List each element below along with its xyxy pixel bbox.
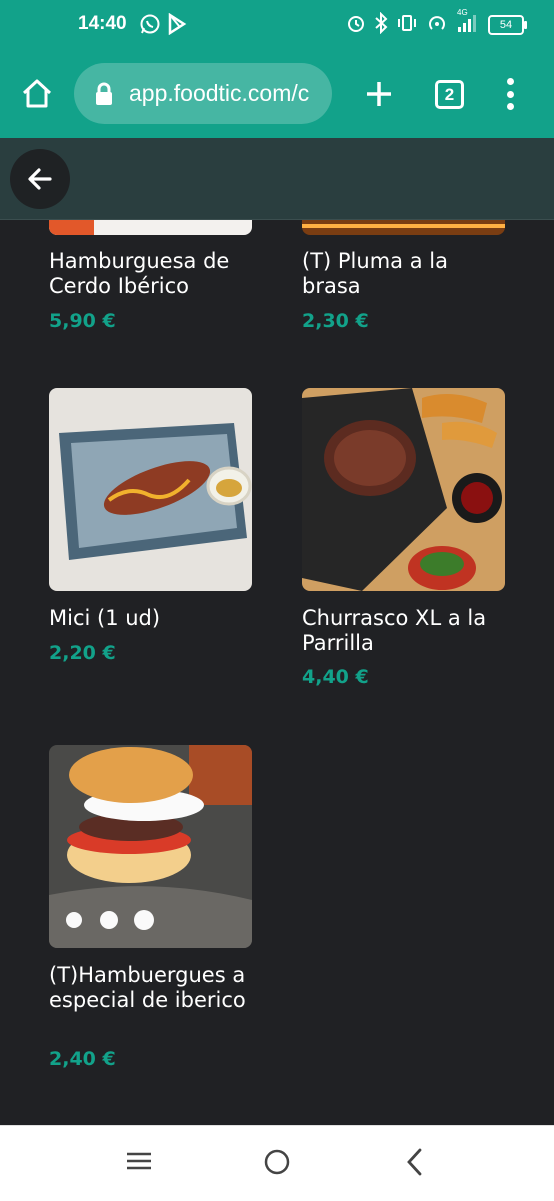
status-bar: 14:40 4G 54: [0, 0, 554, 50]
new-tab-button[interactable]: [363, 78, 395, 110]
home-button[interactable]: [20, 77, 54, 111]
product-price: 5,90 €: [49, 310, 116, 332]
product-name[interactable]: Churrasco XL a la Parrilla: [302, 606, 512, 656]
arrow-left-icon: [28, 168, 52, 190]
product-image[interactable]: [49, 745, 252, 948]
app-header: [0, 138, 554, 220]
product-price: 2,30 €: [302, 310, 369, 332]
play-store-icon: [167, 12, 187, 39]
battery-level: 54: [499, 19, 513, 31]
back-chevron-icon[interactable]: [405, 1148, 425, 1180]
bluetooth-icon: [374, 11, 388, 38]
tab-switcher-button[interactable]: 2: [435, 80, 464, 109]
network-type: 4G: [457, 8, 468, 17]
recents-icon[interactable]: [126, 1148, 152, 1178]
plus-icon: [367, 82, 391, 106]
url-text: app.foodtic.com/c: [129, 80, 310, 106]
address-bar[interactable]: app.foodtic.com/c: [74, 63, 332, 124]
system-nav-bar: [0, 1125, 554, 1201]
back-button[interactable]: [10, 149, 70, 209]
product-price: 2,20 €: [49, 642, 116, 664]
home-circle-icon[interactable]: [263, 1148, 291, 1180]
page-content: Hamburguesa de Cerdo Ibérico 5,90 € (T) …: [0, 138, 554, 1125]
product-image[interactable]: [49, 388, 252, 591]
more-options-button[interactable]: [500, 78, 520, 110]
browser-toolbar: app.foodtic.com/c 2: [0, 50, 554, 138]
product-price: 2,40 €: [49, 1048, 116, 1070]
lock-icon: [94, 82, 114, 106]
vibrate-icon: [396, 13, 418, 37]
signal-icon: 4G: [456, 8, 480, 38]
home-icon: [22, 79, 52, 108]
product-image[interactable]: [302, 388, 505, 591]
alarm-icon: [346, 13, 366, 37]
battery-indicator: 54: [488, 15, 527, 35]
product-name[interactable]: Hamburguesa de Cerdo Ibérico: [49, 249, 259, 299]
hotspot-icon: [426, 12, 448, 38]
product-price: 4,40 €: [302, 666, 369, 688]
product-name[interactable]: Mici (1 ud): [49, 606, 259, 631]
tab-count: 2: [444, 84, 455, 104]
whatsapp-icon: [139, 13, 161, 39]
status-time: 14:40: [78, 13, 127, 34]
product-name[interactable]: (T)Hambuergues a especial de iberico: [49, 963, 259, 1013]
product-name[interactable]: (T) Pluma a la brasa: [302, 249, 512, 299]
